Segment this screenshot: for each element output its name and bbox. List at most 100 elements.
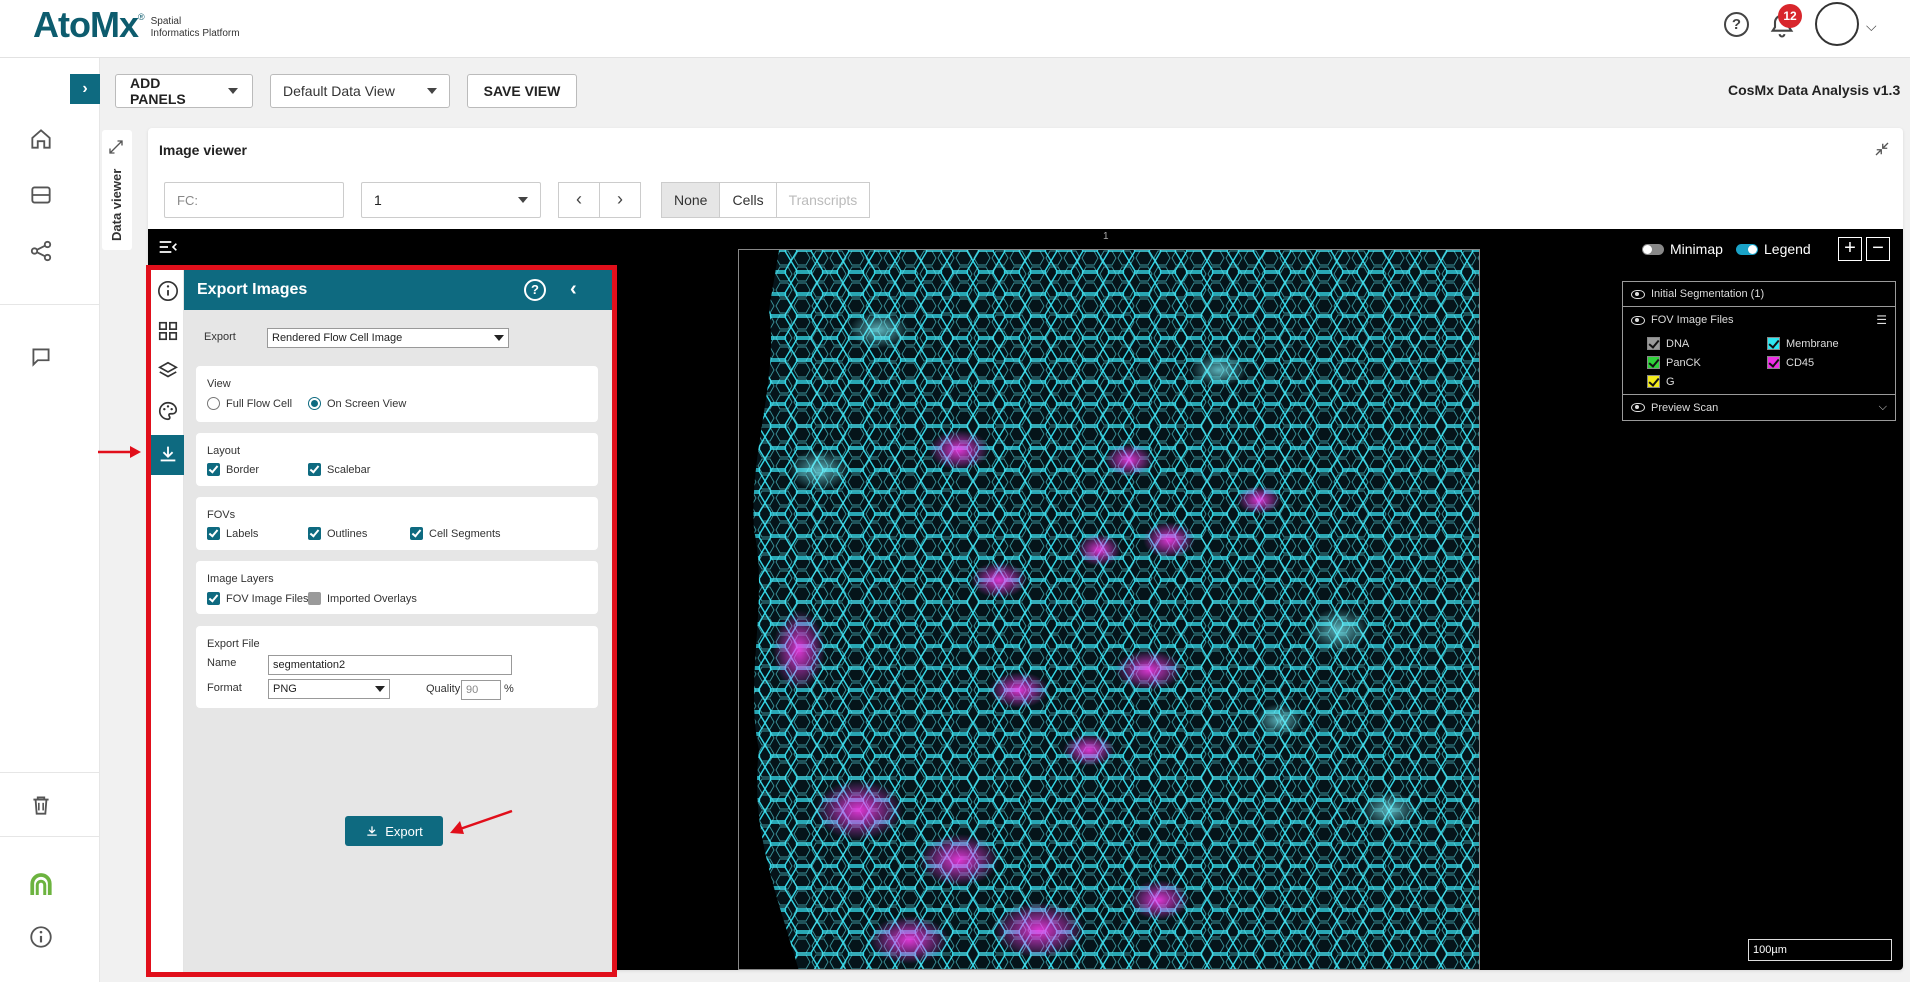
collapse-panel-icon[interactable]: ‹ (570, 278, 577, 301)
info-icon[interactable] (28, 924, 54, 950)
seg-cells-button[interactable]: Cells (720, 183, 777, 217)
file-name-label: Name (207, 657, 237, 669)
filter-icon[interactable]: ☰ (1876, 313, 1887, 327)
legend-switch[interactable] (1736, 243, 1758, 255)
cell-segments-checkbox[interactable] (410, 527, 423, 540)
add-panels-button[interactable]: ADD PANELS (115, 74, 253, 108)
help-icon[interactable]: ? (1724, 12, 1749, 37)
info-icon[interactable] (157, 280, 179, 302)
border-label: Border (226, 463, 260, 476)
outlines-option[interactable]: Outlines (308, 527, 367, 540)
eye-icon[interactable] (1631, 315, 1645, 325)
next-fov-button[interactable]: › (599, 182, 641, 218)
export-type-select[interactable]: Rendered Flow Cell Image (267, 328, 509, 348)
full-flow-cell-radio[interactable] (207, 397, 220, 410)
imported-overlays-option[interactable]: Imported Overlays (308, 592, 417, 605)
trash-icon[interactable] (28, 792, 54, 818)
legend-fov-image-files[interactable]: FOV Image Files ☰ (1623, 307, 1895, 333)
save-view-label: SAVE VIEW (483, 83, 561, 99)
share-icon[interactable] (28, 238, 54, 264)
eye-icon[interactable] (1631, 403, 1645, 412)
collapse-icon[interactable] (1873, 140, 1891, 158)
channel-panck[interactable]: PanCK (1647, 356, 1767, 369)
legend-initial-segmentation-label: Initial Segmentation (1) (1651, 288, 1765, 300)
nanostring-logo-icon[interactable] (26, 870, 56, 900)
fov-image-tile[interactable] (738, 249, 1480, 970)
help-icon[interactable]: ? (524, 279, 546, 301)
palette-icon[interactable] (157, 400, 179, 422)
export-highlight-box: Export Images ? ‹ Export Rendered Flow C… (146, 265, 617, 977)
export-button[interactable]: Export (345, 816, 443, 846)
seg-none-button[interactable]: None (662, 183, 721, 217)
save-view-button[interactable]: SAVE VIEW (467, 74, 577, 108)
full-flow-cell-option[interactable]: Full Flow Cell (207, 397, 292, 410)
quality-input[interactable]: 90 (461, 680, 501, 700)
atomx-logo[interactable]: AtoMx ® Spatial Informatics Platform (33, 4, 240, 46)
channel-panck-checkbox[interactable] (1647, 356, 1660, 369)
minimap-switch[interactable] (1642, 243, 1664, 255)
legend-toggle[interactable]: Legend (1736, 241, 1811, 257)
legend-fov-image-files-label: FOV Image Files (1651, 314, 1734, 326)
layers-icon[interactable] (157, 360, 179, 382)
border-checkbox[interactable] (207, 463, 220, 476)
chevron-down-icon[interactable]: ⌵ (1866, 18, 1877, 35)
channel-dna-checkbox[interactable] (1647, 337, 1660, 350)
channel-cd45-checkbox[interactable] (1767, 356, 1780, 369)
cell-segments-label: Cell Segments (429, 527, 501, 540)
legend-preview-scan[interactable]: Preview Scan ⌵ (1623, 395, 1895, 420)
imported-overlays-checkbox[interactable] (308, 592, 321, 605)
chevron-down-icon[interactable]: ⌵ (1879, 401, 1887, 414)
minimap-label: Minimap (1670, 241, 1723, 257)
on-screen-view-option[interactable]: On Screen View (308, 397, 406, 410)
labels-checkbox[interactable] (207, 527, 220, 540)
format-select[interactable]: PNG (268, 679, 390, 699)
expand-sidebar-button[interactable]: › (70, 74, 100, 104)
channel-g[interactable]: G (1647, 375, 1767, 388)
image-layers-section-title: Image Layers (207, 573, 274, 585)
legend-channels: DNA Membrane PanCK CD45 G (1623, 333, 1895, 395)
add-panels-label: ADD PANELS (130, 75, 186, 107)
scalebar-checkbox[interactable] (308, 463, 321, 476)
avatar[interactable] (1815, 2, 1859, 46)
channel-g-checkbox[interactable] (1647, 375, 1660, 388)
nav-divider (0, 304, 100, 305)
caret-down-icon (427, 88, 437, 94)
menu-collapse-icon[interactable] (158, 239, 178, 255)
minimap-toggle[interactable]: Minimap (1642, 241, 1723, 257)
channel-cd45-label: CD45 (1786, 356, 1815, 369)
home-icon[interactable] (28, 126, 54, 152)
fov-image-files-checkbox[interactable] (207, 592, 220, 605)
prev-fov-button[interactable]: ‹ (558, 182, 600, 218)
top-bar: AtoMx ® Spatial Informatics Platform ? 1… (0, 0, 1910, 58)
channel-membrane-checkbox[interactable] (1767, 337, 1780, 350)
flow-cell-input[interactable]: FC: (164, 182, 344, 218)
data-view-select[interactable]: Default Data View (270, 74, 450, 108)
zoom-out-button[interactable]: − (1866, 237, 1890, 261)
fov-image-files-option[interactable]: FOV Image Files (207, 592, 309, 605)
fov-select[interactable]: 1 (361, 182, 541, 218)
border-option[interactable]: Border (207, 463, 259, 476)
export-file-section: Export File Name segmentation2 Format PN… (196, 626, 598, 708)
eye-icon[interactable] (1631, 289, 1645, 299)
grid-icon[interactable] (157, 320, 179, 342)
quality-label: Quality (426, 683, 461, 695)
scalebar-option[interactable]: Scalebar (308, 463, 370, 476)
labels-option[interactable]: Labels (207, 527, 258, 540)
cell-segments-option[interactable]: Cell Segments (410, 527, 501, 540)
nav-divider (0, 836, 100, 837)
seg-transcripts-button[interactable]: Transcripts (777, 183, 870, 217)
zoom-in-button[interactable]: + (1838, 237, 1862, 261)
fovs-section: FOVs Labels Outlines Cell Segments (196, 497, 598, 550)
outlines-checkbox[interactable] (308, 527, 321, 540)
storage-icon[interactable] (28, 182, 54, 208)
channel-dna[interactable]: DNA (1647, 337, 1767, 350)
channel-cd45[interactable]: CD45 (1767, 356, 1887, 369)
expand-icon[interactable] (107, 138, 125, 156)
file-name-input[interactable]: segmentation2 (268, 655, 512, 675)
channel-membrane[interactable]: Membrane (1767, 337, 1887, 350)
on-screen-view-radio[interactable] (308, 397, 321, 410)
image-layers-section: Image Layers FOV Image Files Imported Ov… (196, 561, 598, 614)
comment-icon[interactable] (28, 344, 54, 370)
left-nav (0, 58, 100, 982)
legend-initial-segmentation[interactable]: Initial Segmentation (1) (1623, 282, 1895, 307)
